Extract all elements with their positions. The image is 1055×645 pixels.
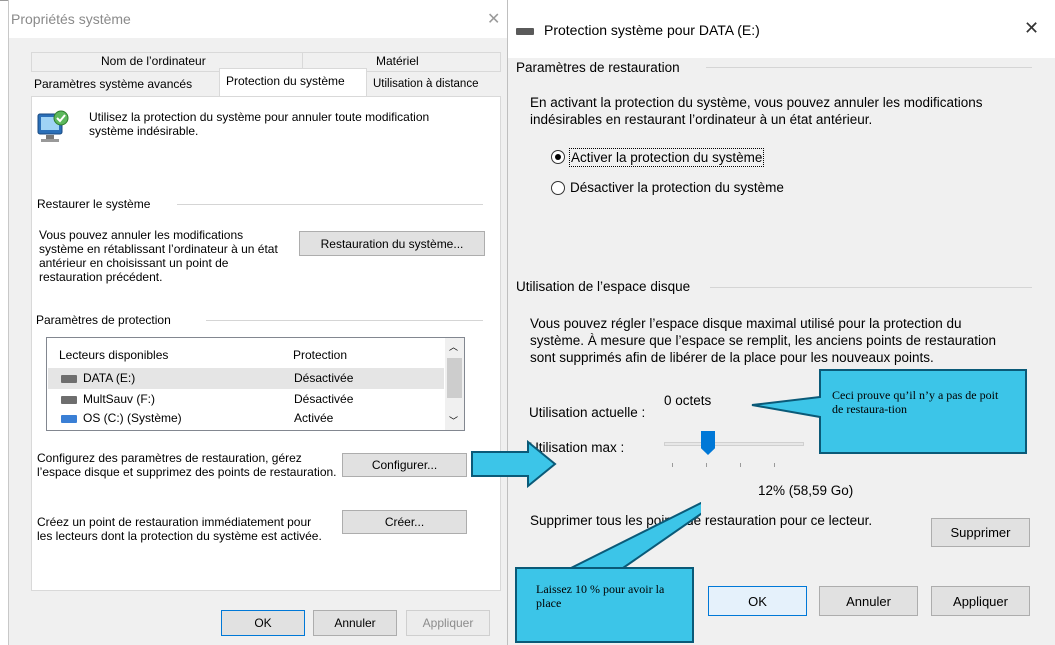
current-usage-label: Utilisation actuelle :	[529, 405, 646, 420]
apply-button[interactable]: Appliquer	[931, 586, 1030, 616]
protection-group-label: Paramètres de protection	[36, 313, 171, 327]
disable-protection-radio[interactable]	[551, 181, 565, 195]
max-usage-value: 12% (58,59 Go)	[758, 483, 854, 498]
drive-protection: Activée	[294, 411, 334, 425]
hard-drive-icon	[61, 375, 77, 383]
drive-name: DATA (E:)	[83, 371, 136, 385]
drive-name: OS (C:) (Système)	[83, 411, 182, 425]
tab-label: Protection du système	[226, 74, 345, 88]
title-bar[interactable]: Protection système pour DATA (E:) ✕	[508, 0, 1055, 58]
system-protection-icon	[37, 110, 69, 142]
list-item[interactable]: DATA (E:) Désactivée	[48, 368, 444, 389]
callout-right-text: Ceci prouve qu’il n’y a pas de poit de r…	[832, 388, 999, 416]
drive-name: MultSauv (F:)	[83, 392, 156, 406]
chevron-down-icon[interactable]: ﹀	[449, 414, 458, 427]
drive-protection: Désactivée	[294, 392, 354, 406]
close-icon[interactable]: ✕	[487, 9, 500, 29]
group-divider	[206, 320, 483, 321]
radio-dot	[555, 154, 561, 160]
restore-settings-label: Paramètres de restauration	[516, 60, 680, 75]
list-scrollbar[interactable]: ︿ ﹀	[445, 338, 464, 430]
scrollbar-thumb[interactable]	[447, 358, 462, 398]
drives-list[interactable]: Lecteurs disponibles Protection DATA (E:…	[46, 337, 465, 431]
group-divider	[710, 287, 1032, 288]
tab-remote[interactable]: Utilisation à distance	[373, 78, 478, 90]
hard-drive-icon	[516, 28, 534, 35]
restore-settings-text: En activant la protection du système, vo…	[530, 95, 983, 127]
drive-protection: Désactivée	[294, 371, 354, 385]
slider-tick	[706, 463, 707, 467]
create-button[interactable]: Créer...	[342, 510, 467, 534]
system-drive-icon	[61, 415, 77, 423]
callout-left-text: Laissez 10 % pour avoir la place	[536, 582, 665, 610]
system-properties-dialog: Propriétés système ✕ Nom de l’ordinateur…	[8, 0, 508, 645]
configure-description: Configurez des paramètres de restauratio…	[37, 451, 337, 479]
column-header-protection[interactable]: Protection	[293, 348, 347, 362]
callout-left-bubble	[515, 501, 701, 643]
column-header-drives[interactable]: Lecteurs disponibles	[59, 348, 168, 362]
list-item[interactable]: MultSauv (F:) Désactivée	[48, 389, 444, 410]
tab-advanced[interactable]: Paramètres système avancés	[34, 77, 192, 91]
ok-button[interactable]: OK	[708, 586, 807, 616]
slider-tick	[672, 463, 673, 467]
window-title: Propriétés système	[11, 11, 131, 27]
list-item[interactable]: OS (C:) (Système) Activée	[48, 408, 444, 429]
disable-protection-label[interactable]: Désactiver la protection du système	[570, 179, 784, 196]
hard-drive-icon	[61, 396, 77, 404]
tab-system-protection[interactable]: Protection du système	[219, 68, 367, 97]
restore-description: Vous pouvez annuler les modifications sy…	[39, 228, 278, 284]
close-icon[interactable]: ✕	[1024, 18, 1039, 39]
group-divider	[177, 204, 483, 205]
slider-tick	[774, 463, 775, 467]
system-restore-button[interactable]: Restauration du système...	[299, 231, 485, 256]
tab-hardware[interactable]: Matériel	[376, 54, 419, 68]
disk-usage-label: Utilisation de l’espace disque	[516, 279, 691, 294]
disk-usage-text: Vous pouvez régler l’espace disque maxim…	[530, 316, 996, 365]
restore-group-label: Restaurer le système	[37, 197, 151, 211]
tab-computer-name[interactable]: Nom de l’ordinateur	[101, 54, 206, 68]
dialog-button-bar: OK Annuler Appliquer	[9, 598, 508, 645]
enable-protection-radio[interactable]	[551, 150, 565, 164]
slider-tick	[740, 463, 741, 467]
ok-button[interactable]: OK	[221, 610, 305, 636]
delete-button[interactable]: Supprimer	[931, 518, 1030, 547]
intro-text: Utilisez la protection du système pour a…	[89, 110, 430, 138]
configure-button[interactable]: Configurer...	[342, 453, 467, 477]
window-title: Protection système pour DATA (E:)	[544, 22, 760, 38]
chevron-up-icon[interactable]: ︿	[449, 340, 458, 353]
cancel-button[interactable]: Annuler	[819, 586, 918, 616]
current-usage-value: 0 octets	[664, 393, 712, 408]
create-description: Créez un point de restauration immédiate…	[37, 515, 322, 543]
title-bar[interactable]: Propriétés système ✕	[9, 0, 508, 38]
group-divider	[706, 67, 1032, 68]
enable-protection-label[interactable]: Activer la protection du système	[569, 148, 765, 167]
cancel-button[interactable]: Annuler	[313, 610, 397, 636]
apply-button[interactable]: Appliquer	[406, 610, 490, 636]
